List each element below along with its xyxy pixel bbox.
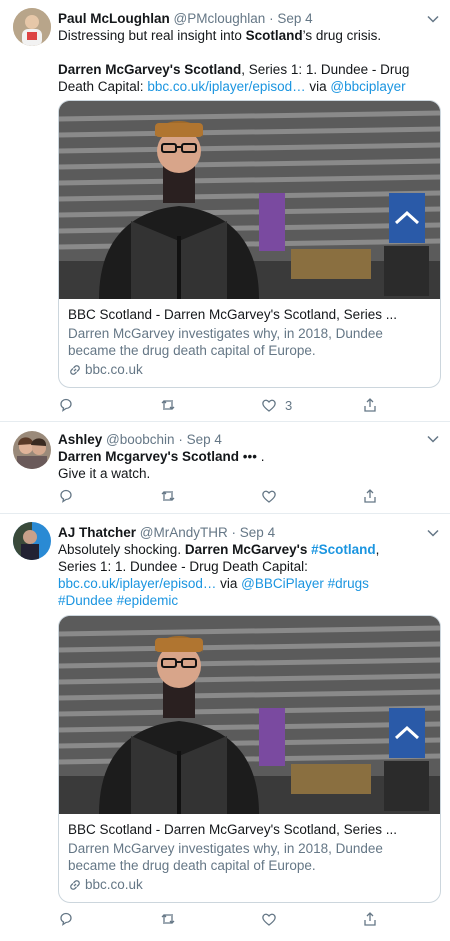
share-button[interactable]	[362, 910, 378, 928]
share-icon	[364, 912, 376, 926]
link-card[interactable]: BBC Scotland - Darren McGarvey's Scotlan…	[58, 100, 441, 388]
retweet-button[interactable]	[160, 910, 176, 928]
tweet-header: Paul McLoughlan @PMcloughlan · Sep 4	[58, 10, 420, 27]
card-title: BBC Scotland - Darren McGarvey's Scotlan…	[68, 822, 397, 837]
hashtag-link[interactable]: #drugs	[328, 576, 369, 591]
author-name[interactable]: AJ Thatcher	[58, 525, 136, 540]
tweet-actions: 3	[58, 396, 388, 414]
separator: ·	[269, 11, 274, 26]
tweet-text: Distressing but real insight into Scotla…	[58, 28, 410, 94]
mention-link[interactable]: @bbciplayer	[330, 79, 405, 94]
author-name[interactable]: Paul McLoughlan	[58, 11, 170, 26]
like-button[interactable]	[261, 487, 277, 505]
reply-button[interactable]	[58, 487, 74, 505]
link-card[interactable]: BBC Scotland - Darren McGarvey's Scotlan…	[58, 615, 441, 903]
tweet-actions	[58, 487, 388, 505]
tweet-ashley[interactable]: Ashley @boobchin · Sep 4 Darren Mcgarvey…	[0, 422, 450, 514]
like-count: 3	[285, 397, 293, 413]
card-body: BBC Scotland - Darren McGarvey's Scotlan…	[59, 814, 440, 893]
tweet-text: Darren Mcgarvey's Scotland ••• . Give it…	[58, 449, 265, 481]
separator: ·	[178, 432, 183, 447]
card-domain: bbc.co.uk	[68, 361, 431, 378]
card-body: BBC Scotland - Darren McGarvey's Scotlan…	[59, 299, 440, 378]
retweet-button[interactable]	[160, 396, 176, 414]
separator: ·	[231, 525, 237, 540]
hashtag-link[interactable]: #Dundee	[58, 593, 113, 608]
tweet-header: Ashley @boobchin · Sep 4	[58, 431, 420, 448]
timestamp[interactable]: Sep 4	[240, 525, 275, 540]
card-title: BBC Scotland - Darren McGarvey's Scotlan…	[68, 307, 397, 322]
mention-link[interactable]: @BBCiPlayer	[241, 576, 324, 591]
timestamp[interactable]: Sep 4	[187, 432, 222, 447]
tweet-link[interactable]: bbc.co.uk/iplayer/episod…	[58, 576, 216, 591]
retweet-button[interactable]	[160, 487, 176, 505]
avatar[interactable]	[13, 8, 51, 46]
retweet-icon	[161, 914, 175, 924]
share-icon	[364, 489, 376, 503]
reply-button[interactable]	[58, 910, 74, 928]
share-icon	[364, 398, 376, 412]
link-icon	[70, 879, 80, 890]
author-handle[interactable]: @PMcloughlan	[174, 11, 266, 26]
tweet-paul[interactable]: Paul McLoughlan @PMcloughlan · Sep 4 Dis…	[0, 0, 450, 422]
card-image	[59, 616, 440, 814]
chevron-down-icon[interactable]	[426, 12, 440, 26]
reply-button[interactable]	[58, 396, 74, 414]
tweet-text: Absolutely shocking. Darren McGarvey's #…	[58, 542, 380, 608]
like-button[interactable]	[261, 910, 277, 928]
link-icon	[70, 364, 80, 375]
tweet-link[interactable]: bbc.co.uk/iplayer/episod…	[147, 79, 305, 94]
like-icon	[262, 399, 276, 412]
author-handle[interactable]: @boobchin	[106, 432, 175, 447]
reply-icon	[60, 398, 72, 412]
tweet-aj[interactable]: AJ Thatcher @MrAndyTHR · Sep 4 Absolutel…	[0, 514, 450, 941]
chevron-down-icon[interactable]	[426, 526, 440, 540]
tweet-actions	[58, 910, 388, 928]
tweet-header: AJ Thatcher @MrAndyTHR · Sep 4	[58, 524, 420, 541]
author-name[interactable]: Ashley	[58, 432, 102, 447]
like-button[interactable]: 3	[261, 396, 292, 414]
retweet-icon	[161, 491, 175, 501]
avatar[interactable]	[13, 431, 51, 469]
avatar[interactable]	[13, 522, 51, 560]
hashtag-link[interactable]: #epidemic	[117, 593, 179, 608]
timestamp[interactable]: Sep 4	[277, 11, 312, 26]
author-handle[interactable]: @MrAndyTHR	[140, 525, 228, 540]
like-icon	[262, 490, 276, 503]
like-icon	[262, 913, 276, 926]
share-button[interactable]	[362, 396, 378, 414]
share-button[interactable]	[362, 487, 378, 505]
card-description: Darren McGarvey investigates why, in 201…	[68, 841, 383, 873]
chevron-down-icon[interactable]	[426, 432, 440, 446]
reply-icon	[60, 489, 72, 503]
card-description: Darren McGarvey investigates why, in 201…	[68, 326, 383, 358]
card-domain: bbc.co.uk	[68, 876, 431, 893]
card-image	[59, 101, 440, 299]
reply-icon	[60, 912, 72, 926]
retweet-icon	[161, 400, 175, 410]
hashtag-link[interactable]: #Scotland	[311, 542, 376, 557]
